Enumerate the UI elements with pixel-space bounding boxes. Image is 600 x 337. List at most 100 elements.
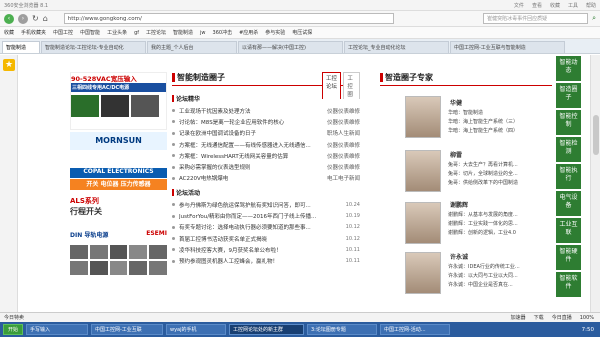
list-item[interactable]: AC220V电热锅爆电 电工电子新闻 bbox=[172, 173, 360, 184]
fav-item[interactable]: 中国工控 bbox=[53, 29, 73, 36]
menu-view[interactable]: 查看 bbox=[532, 2, 542, 9]
fav-item[interactable]: 手机收藏夹 bbox=[21, 29, 46, 36]
expert-card[interactable]: 谢鹏辉 谢鹏辉：从基本与发展的角度... 谢鹏辉：工业实践一体化的思... 谢鹏… bbox=[380, 200, 560, 252]
browser-tab[interactable]: 工控论坛_专业自动化论坛 bbox=[344, 41, 449, 53]
menu-favorites[interactable]: 收藏 bbox=[550, 2, 560, 9]
menu-help[interactable]: 帮助 bbox=[586, 2, 596, 9]
list-item[interactable]: JustForYou/精彩由你而定——2016年西门子线上传播... 10.19 bbox=[172, 210, 360, 221]
windows-taskbar: 开始 手写输入 中国工控网-工业互联 wyaj的手机 工控网论坛处的新主群 3:… bbox=[0, 322, 600, 337]
fav-item[interactable]: 工业头条 bbox=[107, 29, 127, 36]
browser-tab[interactable]: 我的主题_个人后台 bbox=[147, 41, 237, 53]
list-item[interactable]: 工业现场干扰因素及处理方法 仪器仪表维修 bbox=[172, 105, 360, 116]
ad-copal-tagline[interactable]: 开关 电位器 压力传感器 bbox=[70, 179, 167, 190]
list-item[interactable]: 方案框：无线通信配置——有线传感器进入无线通信... 仪器仪表维修 bbox=[172, 139, 360, 150]
back-icon[interactable]: ‹ bbox=[4, 13, 14, 24]
taskbar-item[interactable]: 中国工控网-活动... bbox=[380, 324, 450, 335]
tab-forum[interactable]: 工控论坛 bbox=[322, 72, 342, 99]
browser-tab[interactable]: 智能制造 bbox=[2, 41, 40, 53]
nav-item[interactable]: 智能检测 bbox=[556, 137, 581, 163]
avatar bbox=[405, 252, 441, 294]
list-item[interactable]: 有奖专题讨论：选择电动执行器必须要知道的那些事... 10.12 bbox=[172, 222, 360, 233]
search-input[interactable]: 崔健突陷冰毒事件回应质疑 bbox=[483, 13, 589, 24]
start-button[interactable]: 开始 bbox=[3, 324, 23, 335]
avatar bbox=[405, 96, 441, 138]
ad-column: 90-528VAC宽压输入 三相四线专用AC/DC电源 MORNSUN COPA… bbox=[70, 72, 167, 310]
fav-item[interactable]: 工控论坛 bbox=[146, 29, 166, 36]
taskbar-item[interactable]: 中国工控网-工业互联 bbox=[91, 324, 163, 335]
fav-item[interactable]: 360冲击 bbox=[213, 29, 233, 36]
list-item[interactable]: 讨论帖：M8S是离一轮企业应用软件的核心 仪器仪表维修 bbox=[172, 116, 360, 127]
list-item[interactable]: 参与丹佛斯为绿色航运保驾护航有奖知识问答，即可... 10.24 bbox=[172, 199, 360, 210]
vertical-scrollbar[interactable] bbox=[590, 55, 600, 313]
fav-item[interactable]: gf bbox=[134, 30, 139, 36]
avatar bbox=[405, 202, 441, 244]
nav-item[interactable]: 智造圈子 bbox=[556, 83, 581, 109]
favorites-bar: 收藏 手机收藏夹 中国工控 中国智能 工业头条 gf 工控论坛 智能制造 jw … bbox=[0, 27, 600, 39]
window-titlebar: 360安全浏览器 8.1 文件 查看 收藏 工具 帮助 bbox=[0, 0, 600, 11]
menu-file[interactable]: 文件 bbox=[514, 2, 524, 9]
scroll-thumb[interactable] bbox=[593, 115, 599, 155]
avatar bbox=[405, 150, 441, 192]
home-icon[interactable]: ⌂ bbox=[43, 14, 48, 23]
list-item[interactable]: 方案框：WirelessHART无线网关容量的估算 仪器仪表维修 bbox=[172, 150, 360, 161]
expert-section: 智造圈子专家 华健 华暗：智能制造 华暗：海上智能生产系统（三） 华暗：海上智能… bbox=[380, 72, 560, 294]
status-item[interactable]: 今日直播 bbox=[552, 314, 572, 321]
nav-item[interactable]: 智能软件 bbox=[556, 272, 581, 298]
taskbar-item[interactable]: 3:论坛图册专题 bbox=[307, 324, 377, 335]
nav-item[interactable]: 智能控制 bbox=[556, 110, 581, 136]
star-icon[interactable]: ★ bbox=[3, 59, 15, 71]
refresh-icon[interactable]: ↻ bbox=[32, 14, 39, 23]
ad-din-rail[interactable]: DIN 导轨电源 ESEMI bbox=[70, 230, 167, 310]
browser-tab[interactable]: 中国工控网-工业互联与智能制造 bbox=[450, 41, 565, 53]
section-title: 智造圈子专家 bbox=[380, 72, 560, 83]
nav-item[interactable]: 智能执行 bbox=[556, 164, 581, 190]
menu-tools[interactable]: 工具 bbox=[568, 2, 578, 9]
url-input[interactable]: http://www.gongkong.com/ bbox=[63, 13, 394, 24]
search-icon[interactable]: ⌕ bbox=[592, 14, 596, 23]
deals-link[interactable]: 今日特卖 bbox=[4, 314, 24, 321]
fav-item[interactable]: jw bbox=[200, 30, 205, 36]
browser-tabbar: 智能制造 智能制造论坛-工控论坛-专业自动化 我的主题_个人后台 以请有那——解… bbox=[0, 39, 600, 54]
fav-item[interactable]: 中国智能 bbox=[80, 29, 100, 36]
expert-card[interactable]: 华健 华暗：智能制造 华暗：海上智能生产系统（三） 华暗：海上智能生产系统（四） bbox=[380, 92, 560, 144]
expert-card[interactable]: 柳雷 兔哥：大去生产？再看计算机... 兔哥：切片，全球制造业的全... 兔哥：… bbox=[380, 146, 560, 198]
taskbar-item[interactable]: 手写输入 bbox=[26, 324, 88, 335]
nav-item[interactable]: 工业互联 bbox=[556, 218, 581, 244]
browser-tab[interactable]: 智能制造论坛-工控论坛-专业自动化 bbox=[41, 41, 146, 53]
nav-item[interactable]: 智能硬件 bbox=[556, 245, 581, 271]
ad-copal[interactable]: COPAL ELECTRONICS bbox=[70, 168, 167, 178]
taskbar-item[interactable]: 工控网论坛处的新主群 bbox=[229, 324, 304, 335]
window-title: 360安全浏览器 8.1 bbox=[4, 2, 49, 9]
status-item[interactable]: 下载 bbox=[534, 314, 544, 321]
taskbar-item[interactable]: wyaj的手机 bbox=[166, 324, 226, 335]
post-list: 工业现场干扰因素及处理方法 仪器仪表维修 讨论帖：M8S是离一轮企业应用软件的核心… bbox=[172, 105, 360, 184]
ad-power-supply[interactable]: 90-528VAC宽压输入 三相四线专用AC/DC电源 bbox=[70, 72, 167, 130]
list-item[interactable]: 采购必需掌握的仪表选型规则 仪器仪表维修 bbox=[172, 161, 360, 172]
fav-item[interactable]: #应用杀 bbox=[239, 29, 258, 36]
list-item[interactable]: 预约参观图灵机器人工控峰会，赢礼物！ 10.11 bbox=[172, 256, 360, 267]
ad-mornsun[interactable]: MORNSUN bbox=[70, 132, 167, 150]
nav-item[interactable]: 电气设备 bbox=[556, 191, 581, 217]
forward-icon[interactable]: › bbox=[18, 13, 28, 24]
fav-item[interactable]: 智能制造 bbox=[173, 29, 193, 36]
list-item[interactable]: 记录在欧洲中国调试设备的日子 职场人生新闻 bbox=[172, 128, 360, 139]
subheading-activities: 论坛活动 bbox=[172, 188, 360, 197]
list-item[interactable]: 凌华科技控客大赛，9月获奖名单公布啦！ 10.11 bbox=[172, 244, 360, 255]
status-bar: 今日特卖 加速器 下载 今日直播 100% bbox=[0, 312, 600, 322]
status-item[interactable]: 加速器 bbox=[511, 314, 526, 321]
zoom-level[interactable]: 100% bbox=[580, 315, 600, 321]
address-toolbar: ‹ › ↻ ⌂ http://www.gongkong.com/ 崔健突陷冰毒事… bbox=[0, 11, 600, 27]
list-item[interactable]: 首届工控博书活动获奖名单正式揭晓 10.12 bbox=[172, 233, 360, 244]
nav-item[interactable]: 智能动态 bbox=[556, 56, 581, 82]
expert-card[interactable]: 许永诚 许永诚：IDEA行业的传统工业... 许永诚：以大同与工业以大同... … bbox=[380, 250, 560, 305]
fav-item[interactable]: 电压试探 bbox=[292, 29, 312, 36]
ad-als[interactable]: ALS系列 行程开关 bbox=[70, 196, 167, 228]
system-clock: 7:50 bbox=[581, 326, 594, 333]
fav-item[interactable]: 参与实验 bbox=[265, 29, 285, 36]
forum-tabs: 工控论坛 工控圈 bbox=[322, 72, 360, 99]
fav-item[interactable]: 收藏 bbox=[4, 29, 14, 36]
browser-tab[interactable]: 以请有那——解决(中国工控) bbox=[238, 41, 343, 53]
tab-circle[interactable]: 工控圈 bbox=[343, 72, 360, 99]
menu-bar: 文件 查看 收藏 工具 帮助 bbox=[514, 2, 600, 9]
left-sidebar: ★ bbox=[0, 55, 18, 312]
